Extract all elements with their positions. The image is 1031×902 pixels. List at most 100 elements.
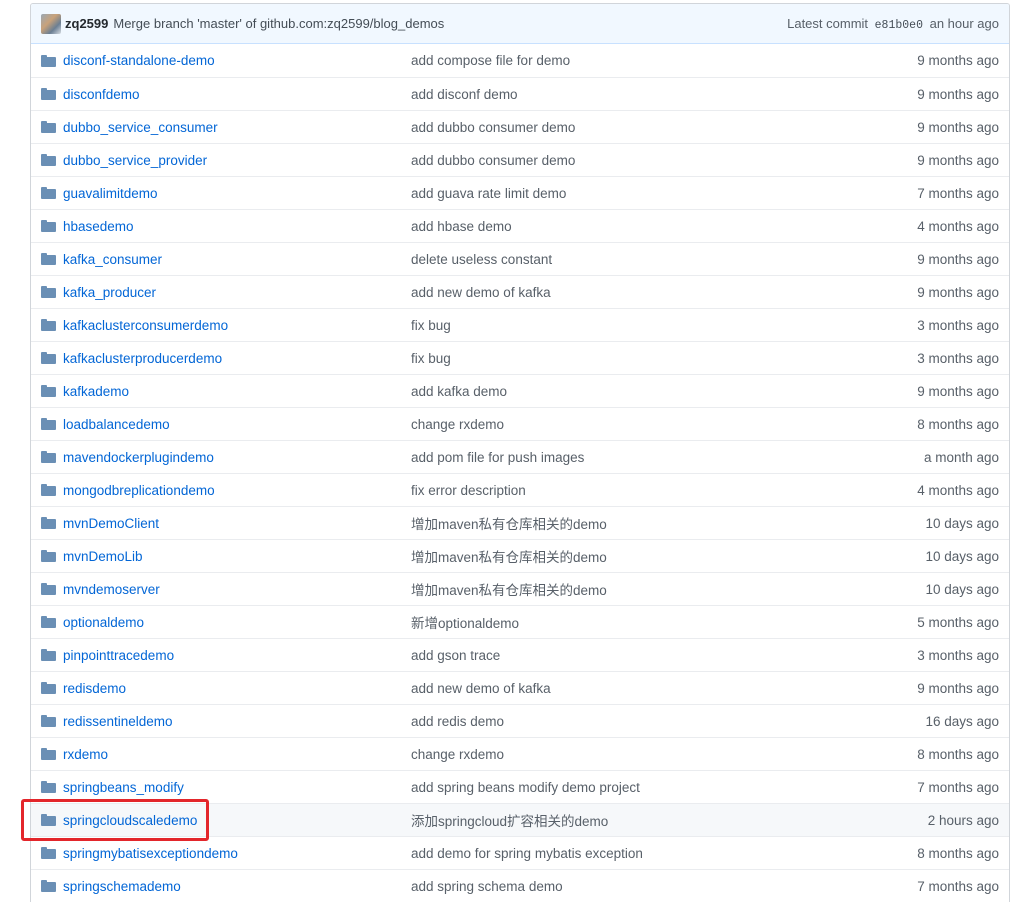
commit-message-link[interactable]: 新增optionaldemo	[411, 612, 869, 632]
file-name-link[interactable]: mavendockerplugindemo	[63, 450, 214, 465]
commit-message-link[interactable]: 增加maven私有仓库相关的demo	[411, 546, 869, 566]
table-row[interactable]: kafka_consumer delete useless constant 9 m…	[31, 242, 1009, 275]
commit-message-link[interactable]: delete useless constant	[411, 252, 869, 267]
file-name-link[interactable]: mongodbreplicationdemo	[63, 483, 215, 498]
commit-age: 10 days ago	[925, 581, 999, 597]
folder-icon	[41, 484, 56, 496]
file-name-link[interactable]: mvndemoserver	[63, 582, 160, 597]
commit-message-link[interactable]: change rxdemo	[411, 747, 869, 762]
commit-author[interactable]: zq2599	[65, 16, 108, 31]
table-row[interactable]: redisdemo add new demo of kafka 9 months a…	[31, 671, 1009, 704]
commit-message-link[interactable]: add gson trace	[411, 648, 869, 663]
table-row[interactable]: guavalimitdemo add guava rate limit demo 7…	[31, 176, 1009, 209]
file-name-cell: optionaldemo	[63, 615, 411, 630]
file-name-link[interactable]: optionaldemo	[63, 615, 144, 630]
commit-message-link[interactable]: 增加maven私有仓库相关的demo	[411, 579, 869, 599]
table-row[interactable]: rxdemo change rxdemo 8 months ago	[31, 737, 1009, 770]
table-row[interactable]: mvnDemoClient 增加maven私有仓库相关的demo 10 days a…	[31, 506, 1009, 539]
table-row[interactable]: hbasedemo add hbase demo 4 months ago	[31, 209, 1009, 242]
icon-cell	[31, 517, 63, 529]
icon-cell	[31, 418, 63, 430]
file-name-link[interactable]: disconfdemo	[63, 87, 140, 102]
table-row[interactable]: springschemademo add spring schema demo 7 …	[31, 869, 1009, 902]
commit-message[interactable]: Merge branch 'master' of github.com:zq25…	[113, 16, 787, 31]
file-name-link[interactable]: rxdemo	[63, 747, 108, 762]
icon-cell	[31, 54, 63, 67]
icon-cell	[31, 121, 63, 133]
file-name-link[interactable]: redissentineldemo	[63, 714, 173, 729]
file-name-link[interactable]: dubbo_service_provider	[63, 153, 207, 168]
table-row[interactable]: kafkaclusterconsumerdemo fix bug 3 months …	[31, 308, 1009, 341]
table-row[interactable]: mongodbreplicationdemo fix error descript…	[31, 473, 1009, 506]
table-row[interactable]: optionaldemo 新增optionaldemo 5 months ago	[31, 605, 1009, 638]
commit-message-link[interactable]: add dubbo consumer demo	[411, 120, 869, 135]
table-row[interactable]: mavendockerplugindemo add pom file for pu…	[31, 440, 1009, 473]
commit-message-link[interactable]: fix bug	[411, 351, 869, 366]
commit-message-link[interactable]: fix error description	[411, 483, 869, 498]
file-name-link[interactable]: dubbo_service_consumer	[63, 120, 218, 135]
file-name-cell: kafka_consumer	[63, 252, 411, 267]
file-name-link[interactable]: kafka_consumer	[63, 252, 162, 267]
commit-message-link[interactable]: add demo for spring mybatis exception	[411, 846, 869, 861]
file-name-cell: kafkaclusterproducerdemo	[63, 351, 411, 366]
file-name-link[interactable]: hbasedemo	[63, 219, 134, 234]
file-name-link[interactable]: springmybatisexceptiondemo	[63, 846, 238, 861]
table-row[interactable]: kafkademo add kafka demo 9 months ago	[31, 374, 1009, 407]
file-name-link[interactable]: guavalimitdemo	[63, 186, 158, 201]
file-name-cell: mongodbreplicationdemo	[63, 483, 411, 498]
file-name-link[interactable]: kafkademo	[63, 384, 129, 399]
avatar[interactable]	[41, 13, 61, 34]
commit-age: 10 days ago	[925, 515, 999, 531]
table-row[interactable]: mvndemoserver 增加maven私有仓库相关的demo 10 days a…	[31, 572, 1009, 605]
file-name-link[interactable]: springbeans_modify	[63, 780, 184, 795]
file-name-link[interactable]: springcloudscaledemo	[63, 813, 197, 828]
commit-message-link[interactable]: add disconf demo	[411, 87, 869, 102]
table-row[interactable]: springcloudscaledemo 添加springcloud扩容相关的de…	[31, 803, 1009, 836]
file-name-cell: dubbo_service_consumer	[63, 120, 411, 135]
file-name-link[interactable]: kafkaclusterconsumerdemo	[63, 318, 228, 333]
commit-message-link[interactable]: add redis demo	[411, 714, 869, 729]
file-name-link[interactable]: pinpointtracedemo	[63, 648, 174, 663]
table-row[interactable]: springmybatisexceptiondemo add demo for s…	[31, 836, 1009, 869]
table-row[interactable]: springbeans_modify add spring beans modif…	[31, 770, 1009, 803]
folder-icon	[41, 550, 56, 562]
commit-message-link[interactable]: add compose file for demo	[411, 53, 869, 68]
file-name-link[interactable]: mvnDemoLib	[63, 549, 143, 564]
commit-message-link[interactable]: add spring beans modify demo project	[411, 780, 869, 795]
file-name-link[interactable]: mvnDemoClient	[63, 516, 159, 531]
commit-age: 9 months ago	[917, 383, 999, 399]
commit-message-link[interactable]: add spring schema demo	[411, 879, 869, 894]
icon-cell	[31, 616, 63, 628]
commit-message-link[interactable]: fix bug	[411, 318, 869, 333]
table-row[interactable]: redissentineldemo add redis demo 16 days a…	[31, 704, 1009, 737]
folder-icon	[41, 781, 56, 793]
commit-message-link[interactable]: add hbase demo	[411, 219, 869, 234]
commit-message-link[interactable]: 增加maven私有仓库相关的demo	[411, 513, 869, 533]
table-row[interactable]: dubbo_service_provider add dubbo consumer…	[31, 143, 1009, 176]
commit-message-link[interactable]: add new demo of kafka	[411, 285, 869, 300]
commit-message-link[interactable]: add pom file for push images	[411, 450, 869, 465]
commit-message-link[interactable]: add guava rate limit demo	[411, 186, 869, 201]
file-table: disconf-standalone-demo add compose file …	[31, 44, 1009, 902]
commit-message-link[interactable]: add kafka demo	[411, 384, 869, 399]
table-row[interactable]: kafkaclusterproducerdemo fix bug 3 months …	[31, 341, 1009, 374]
table-row[interactable]: dubbo_service_consumer add dubbo consumer…	[31, 110, 1009, 143]
table-row[interactable]: disconfdemo add disconf demo 9 months ago	[31, 77, 1009, 110]
file-name-link[interactable]: springschemademo	[63, 879, 181, 894]
file-name-link[interactable]: disconf-standalone-demo	[63, 53, 215, 68]
commit-sha[interactable]: e81b0e0	[875, 19, 923, 32]
file-name-link[interactable]: kafka_producer	[63, 285, 156, 300]
icon-cell	[31, 550, 63, 562]
file-name-link[interactable]: kafkaclusterproducerdemo	[63, 351, 222, 366]
file-name-link[interactable]: loadbalancedemo	[63, 417, 170, 432]
table-row[interactable]: mvnDemoLib 增加maven私有仓库相关的demo 10 days ago	[31, 539, 1009, 572]
commit-message-link[interactable]: 添加springcloud扩容相关的demo	[411, 810, 869, 830]
commit-message-link[interactable]: change rxdemo	[411, 417, 869, 432]
commit-message-link[interactable]: add new demo of kafka	[411, 681, 869, 696]
file-name-link[interactable]: redisdemo	[63, 681, 126, 696]
table-row[interactable]: pinpointtracedemo add gson trace 3 months …	[31, 638, 1009, 671]
table-row[interactable]: disconf-standalone-demo add compose file …	[31, 44, 1009, 77]
table-row[interactable]: loadbalancedemo change rxdemo 8 months ago	[31, 407, 1009, 440]
commit-message-link[interactable]: add dubbo consumer demo	[411, 153, 869, 168]
table-row[interactable]: kafka_producer add new demo of kafka 9 mon…	[31, 275, 1009, 308]
